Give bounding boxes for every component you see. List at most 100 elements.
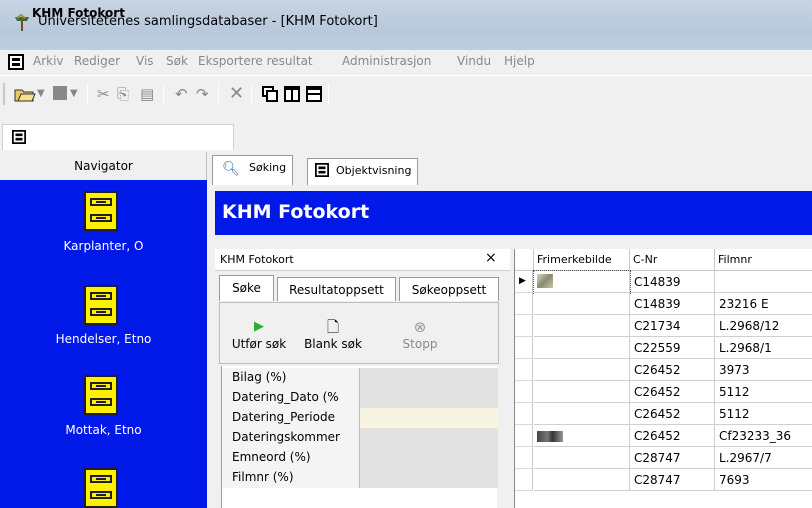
redo-icon[interactable]: ↷ bbox=[196, 85, 209, 103]
tab-soking[interactable]: 🔍︎ Søking bbox=[212, 155, 294, 185]
navigator-title: Navigator bbox=[74, 159, 133, 173]
cell-frimerkebilde[interactable] bbox=[534, 425, 630, 447]
cell-cnr[interactable]: C26452 bbox=[630, 425, 715, 447]
menu-vindu[interactable]: Vindu bbox=[457, 54, 491, 68]
tile-horizontal-icon[interactable] bbox=[306, 86, 322, 102]
grid-corner bbox=[515, 249, 534, 271]
cell-frimerkebilde[interactable] bbox=[533, 270, 631, 294]
field-input[interactable] bbox=[360, 428, 498, 448]
cut-icon[interactable]: ✂ bbox=[97, 85, 110, 103]
tab-resultatoppsett[interactable]: Resultatoppsett bbox=[277, 277, 396, 301]
cell-filmnr[interactable] bbox=[715, 271, 812, 293]
search-panel-title: KHM Fotokort bbox=[220, 253, 294, 266]
cell-cnr[interactable]: C26452 bbox=[630, 359, 715, 381]
row-selector[interactable] bbox=[515, 469, 533, 491]
cell-filmnr[interactable]: L.2967/7 bbox=[715, 447, 812, 469]
row-selector[interactable] bbox=[515, 293, 533, 315]
cell-cnr[interactable]: C28747 bbox=[630, 447, 715, 469]
menu-arkiv[interactable]: Arkiv bbox=[33, 54, 64, 68]
cell-frimerkebilde[interactable] bbox=[534, 469, 630, 491]
field-label: Filmnr (%) bbox=[222, 468, 360, 488]
cabinet-icon[interactable] bbox=[84, 468, 118, 508]
column-header-cnr[interactable]: C-Nr bbox=[630, 249, 715, 271]
cell-cnr[interactable]: C22559 bbox=[630, 337, 715, 359]
cell-cnr[interactable]: C14839 bbox=[630, 271, 715, 293]
undo-icon[interactable]: ↶ bbox=[175, 85, 188, 103]
cell-cnr[interactable]: C26452 bbox=[630, 381, 715, 403]
row-selector[interactable] bbox=[515, 381, 533, 403]
cell-cnr[interactable]: C28747 bbox=[630, 469, 715, 491]
row-selector[interactable] bbox=[515, 359, 533, 381]
menu-rediger[interactable]: Rediger bbox=[74, 54, 120, 68]
blank-search-button[interactable]: 🗋︎ Blank søk bbox=[298, 317, 368, 351]
cell-frimerkebilde[interactable] bbox=[534, 381, 630, 403]
search-toolbar: ▶ Utfør søk 🗋︎ Blank søk ⊗ Stopp bbox=[219, 302, 499, 364]
close-icon[interactable]: × bbox=[485, 250, 497, 266]
tile-vertical-icon[interactable] bbox=[284, 86, 300, 102]
field-input[interactable] bbox=[360, 388, 498, 408]
cell-filmnr[interactable]: 5112 bbox=[715, 403, 812, 425]
thumbnail-image[interactable] bbox=[537, 431, 563, 442]
field-input[interactable] bbox=[360, 408, 498, 428]
cabinet-icon[interactable] bbox=[84, 375, 118, 415]
cell-filmnr[interactable]: 23216 E bbox=[715, 293, 812, 315]
stop-button[interactable]: ⊗ Stopp bbox=[390, 317, 450, 351]
module-title: KHM Fotokort bbox=[222, 201, 370, 223]
dropdown-icon[interactable]: ▼ bbox=[37, 85, 45, 103]
cell-frimerkebilde[interactable] bbox=[534, 447, 630, 469]
cell-filmnr[interactable]: 3973 bbox=[715, 359, 812, 381]
cell-frimerkebilde[interactable] bbox=[534, 403, 630, 425]
row-selector[interactable] bbox=[515, 315, 533, 337]
thumbnail-image[interactable] bbox=[537, 274, 553, 288]
menu-administrasjon[interactable]: Administrasjon bbox=[342, 54, 431, 68]
copy-icon[interactable]: ⎘ bbox=[117, 85, 129, 103]
cell-frimerkebilde[interactable] bbox=[534, 359, 630, 381]
menu-eksportere-resultat[interactable]: Eksportere resultat bbox=[198, 54, 313, 68]
tab-objektvisning[interactable]: Objektvisning bbox=[307, 158, 419, 185]
row-selector[interactable] bbox=[515, 403, 533, 425]
document-tab[interactable] bbox=[2, 124, 234, 150]
cell-frimerkebilde[interactable] bbox=[534, 315, 630, 337]
run-search-button[interactable]: ▶ Utfør søk bbox=[223, 317, 295, 351]
tab-soke[interactable]: Søke bbox=[219, 275, 274, 301]
document-icon bbox=[12, 130, 26, 144]
navigator-item-karplanter[interactable]: Karplanter, O bbox=[0, 239, 207, 253]
navigator-item-hendelser[interactable]: Hendelser, Etno bbox=[0, 332, 207, 346]
cell-filmnr[interactable]: Cf23233_36 bbox=[715, 425, 812, 447]
row-selector[interactable]: ▶ bbox=[515, 271, 533, 293]
cell-filmnr[interactable]: 7693 bbox=[715, 469, 812, 491]
dropdown-icon[interactable]: ▼ bbox=[70, 85, 78, 103]
column-header-frimerkebilde[interactable]: Frimerkebilde bbox=[534, 249, 630, 271]
cell-filmnr[interactable]: L.2968/12 bbox=[715, 315, 812, 337]
cell-cnr[interactable]: C26452 bbox=[630, 403, 715, 425]
navigator-item-mottak[interactable]: Mottak, Etno bbox=[0, 423, 207, 437]
paste-icon[interactable]: ▤ bbox=[140, 85, 154, 103]
document-icon bbox=[315, 163, 329, 177]
menu-vis[interactable]: Vis bbox=[136, 54, 154, 68]
delete-icon[interactable]: ✕ bbox=[229, 85, 244, 103]
cabinet-icon[interactable] bbox=[84, 285, 118, 325]
cell-cnr[interactable]: C14839 bbox=[630, 293, 715, 315]
menu-sok[interactable]: Søk bbox=[166, 54, 188, 68]
row-selector[interactable] bbox=[515, 337, 533, 359]
cell-filmnr[interactable]: L.2968/1 bbox=[715, 337, 812, 359]
menu-hjelp[interactable]: Hjelp bbox=[504, 54, 535, 68]
blank-icon: 🗋︎ bbox=[326, 318, 340, 336]
tab-sokeoppsett[interactable]: Søkeoppsett bbox=[399, 277, 499, 301]
cell-frimerkebilde[interactable] bbox=[534, 293, 630, 315]
tab-objektvisning-label: Objektvisning bbox=[336, 164, 412, 177]
cell-cnr[interactable]: C21734 bbox=[630, 315, 715, 337]
field-input[interactable] bbox=[360, 448, 498, 468]
field-input[interactable] bbox=[360, 368, 498, 388]
open-icon[interactable] bbox=[14, 85, 36, 103]
cell-frimerkebilde[interactable] bbox=[534, 337, 630, 359]
field-input[interactable] bbox=[360, 468, 498, 488]
cascade-icon[interactable] bbox=[262, 86, 278, 102]
cabinet-icon[interactable] bbox=[84, 191, 118, 231]
stop-icon[interactable] bbox=[53, 86, 67, 100]
column-header-filmnr[interactable]: Filmnr bbox=[715, 249, 812, 271]
row-selector[interactable] bbox=[515, 425, 533, 447]
document-icon[interactable] bbox=[8, 54, 24, 70]
row-selector[interactable] bbox=[515, 447, 533, 469]
cell-filmnr[interactable]: 5112 bbox=[715, 381, 812, 403]
